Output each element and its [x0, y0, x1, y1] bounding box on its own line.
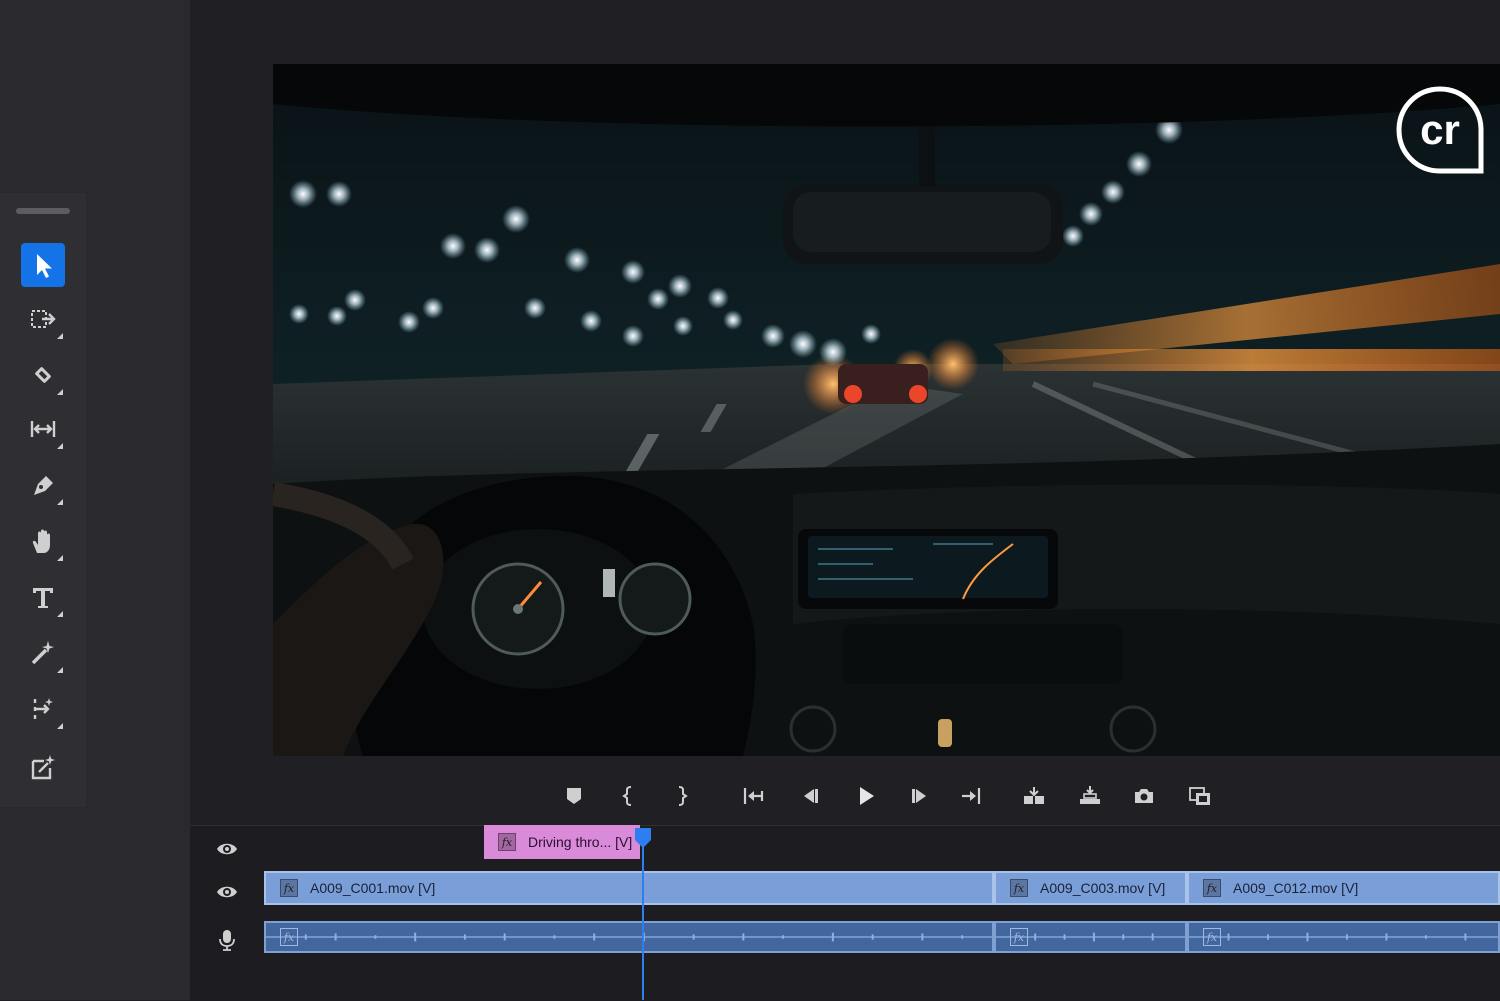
generative-extend-tool-button[interactable]	[21, 687, 65, 731]
track-select-forward-tool-icon	[31, 310, 56, 328]
export-frame-tool-icon	[31, 755, 55, 780]
razor-tool-button[interactable]	[21, 353, 65, 397]
cr-logo-text: cr	[1420, 106, 1460, 153]
playhead[interactable]	[642, 830, 644, 1000]
mark-in-button[interactable]	[610, 778, 646, 814]
hand-tool-button[interactable]	[21, 519, 65, 563]
voice-over-record-a1[interactable]	[214, 927, 240, 953]
toggle-track-output-v1[interactable]	[214, 879, 240, 905]
play-icon	[860, 787, 874, 805]
tool-flyout-indicator	[57, 667, 63, 673]
fx-badge: fx	[1010, 879, 1028, 897]
night-driving-video-frame	[273, 64, 1500, 756]
pen-tool-icon	[34, 476, 53, 495]
clip-label: A009_C012.mov [V]	[1233, 880, 1359, 896]
multi-camera-icon	[1189, 787, 1210, 805]
timeline-clip-v1[interactable]: fx A009_C003.mov [V]	[994, 871, 1187, 905]
add-marker-icon	[567, 788, 581, 804]
fx-badge: fx	[280, 879, 298, 897]
timeline-panel	[190, 825, 1500, 1001]
program-monitor-video[interactable]	[273, 64, 1500, 756]
export-frame-icon	[1135, 789, 1153, 803]
go-to-in-button[interactable]	[736, 778, 772, 814]
fx-badge: fx	[1203, 879, 1221, 897]
tool-flyout-indicator	[57, 499, 63, 505]
play-button[interactable]	[848, 778, 884, 814]
mark-out-icon	[678, 786, 688, 806]
cr-logo-watermark: cr	[1396, 86, 1484, 174]
eye-icon	[217, 843, 237, 855]
razor-tool-icon	[35, 367, 51, 383]
type-tool-button[interactable]	[21, 575, 65, 619]
panel-grip[interactable]	[16, 208, 70, 214]
transport-controls	[560, 778, 1240, 814]
clip-label: Driving thro... [V]	[528, 834, 633, 850]
export-frame-button[interactable]	[1126, 778, 1162, 814]
multi-camera-button[interactable]	[1182, 778, 1218, 814]
tool-flyout-indicator	[57, 333, 63, 339]
go-to-in-icon	[743, 788, 764, 804]
ripple-edit-tool-button[interactable]	[21, 407, 65, 451]
go-to-out-icon	[962, 788, 981, 804]
insert-button[interactable]	[1016, 778, 1052, 814]
playhead-handle[interactable]	[634, 827, 652, 849]
magic-wand-tool-button[interactable]	[21, 631, 65, 675]
fx-badge: fx	[1010, 928, 1028, 946]
eye-icon	[217, 886, 237, 898]
hand-tool-icon	[32, 529, 50, 553]
microphone-icon	[219, 930, 235, 951]
add-marker-button[interactable]	[556, 778, 592, 814]
clip-label: A009_C001.mov [V]	[310, 880, 436, 896]
tool-flyout-indicator	[57, 611, 63, 617]
type-tool-icon	[33, 588, 53, 608]
step-forward-icon	[912, 789, 926, 803]
pen-tool-button[interactable]	[21, 463, 65, 507]
overwrite-button[interactable]	[1072, 778, 1108, 814]
tools-panel	[0, 193, 86, 807]
tool-flyout-indicator	[57, 723, 63, 729]
toggle-track-output-v2[interactable]	[214, 836, 240, 862]
fx-badge: fx	[498, 833, 516, 851]
timeline-audio-clip-a1[interactable]: fx	[264, 921, 994, 953]
selection-tool-icon	[37, 254, 52, 278]
tool-flyout-indicator	[57, 555, 63, 561]
audio-waveform	[266, 932, 992, 942]
mark-out-button[interactable]	[664, 778, 700, 814]
timeline-clip-v1[interactable]: fx A009_C001.mov [V]	[264, 871, 994, 905]
step-back-button[interactable]	[792, 778, 828, 814]
clip-label: A009_C003.mov [V]	[1040, 880, 1166, 896]
timeline-clip-v2[interactable]: fx Driving thro... [V]	[484, 825, 640, 859]
timeline-audio-clip-a1[interactable]: fx	[1187, 921, 1500, 953]
fx-badge: fx	[1203, 928, 1221, 946]
timeline-clip-v1[interactable]: fx A009_C012.mov [V]	[1187, 871, 1500, 905]
step-forward-button[interactable]	[902, 778, 938, 814]
insert-icon	[1024, 787, 1044, 804]
go-to-out-button[interactable]	[952, 778, 988, 814]
mark-in-icon	[622, 786, 632, 806]
timeline-audio-clip-a1[interactable]: fx	[994, 921, 1187, 953]
export-frame-tool-button[interactable]	[21, 745, 65, 789]
generative-extend-tool-icon	[33, 698, 53, 719]
track-select-forward-tool-button[interactable]	[21, 297, 65, 341]
ripple-edit-tool-icon	[30, 421, 56, 437]
tool-flyout-indicator	[57, 389, 63, 395]
step-back-icon	[804, 789, 818, 803]
audio-waveform	[1189, 932, 1498, 942]
overwrite-icon	[1080, 786, 1100, 804]
tool-flyout-indicator	[57, 443, 63, 449]
fx-badge: fx	[280, 928, 298, 946]
selection-tool-button[interactable]	[21, 243, 65, 287]
magic-wand-tool-icon	[31, 641, 54, 665]
